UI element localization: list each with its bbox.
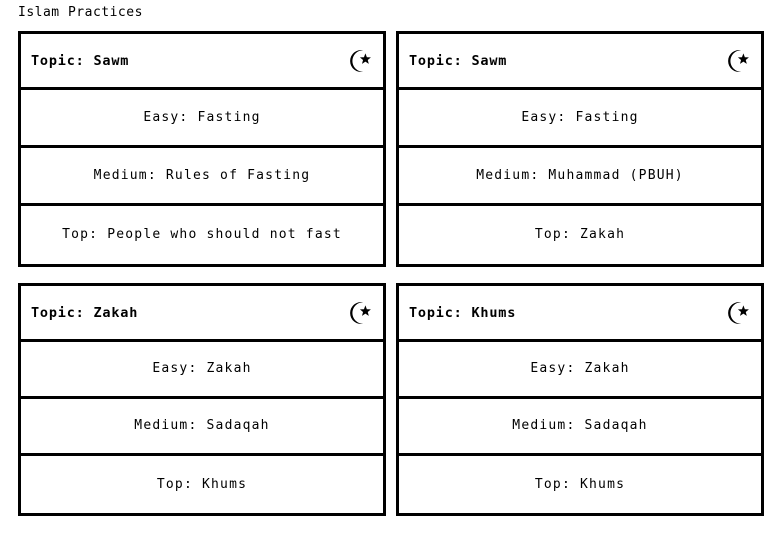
card-row-text: Easy: Zakah [152, 361, 252, 376]
card-header: Topic: Khums [399, 286, 761, 342]
card-row[interactable]: Medium: Sadaqah [21, 399, 383, 456]
card-row[interactable]: Top: Khums [21, 456, 383, 513]
star-and-crescent-icon [721, 46, 751, 76]
star-and-crescent-icon [343, 298, 373, 328]
card-row[interactable]: Top: People who should not fast [21, 206, 383, 264]
card-row-text: Medium: Muhammad (PBUH) [476, 167, 684, 183]
card-row[interactable]: Top: Khums [399, 456, 761, 513]
card-row[interactable]: Easy: Zakah [21, 342, 383, 399]
card-row[interactable]: Easy: Fasting [21, 90, 383, 148]
card-row-text: Medium: Rules of Fasting [93, 167, 311, 183]
star-and-crescent-icon [721, 298, 751, 328]
card-row-text: Easy: Zakah [530, 361, 630, 376]
card-header-title: Topic: Zakah [31, 304, 139, 321]
card-row-text: Medium: Sadaqah [512, 418, 648, 433]
card-row-text: Top: Khums [156, 476, 248, 492]
card-row-text: Top: Zakah [534, 227, 626, 242]
topic-card[interactable]: Topic: Zakah Easy: Zakah Medium: Sadaqah… [18, 283, 386, 516]
star-and-crescent-icon [343, 46, 373, 76]
card-row[interactable]: Top: Zakah [399, 206, 761, 264]
card-row-text: Top: Khums [534, 476, 626, 492]
card-header: Topic: Sawm [21, 34, 383, 90]
card-header-title: Topic: Sawm [31, 52, 130, 69]
topic-card[interactable]: Topic: Khums Easy: Zakah Medium: Sadaqah… [396, 283, 764, 516]
cards-grid: Topic: Sawm Easy: Fasting Medium: Rules … [0, 0, 780, 540]
card-row-text: Easy: Fasting [521, 109, 639, 125]
card-row[interactable]: Easy: Zakah [399, 342, 761, 399]
card-header: Topic: Sawm [399, 34, 761, 90]
topic-card[interactable]: Topic: Sawm Easy: Fasting Medium: Rules … [18, 31, 386, 267]
card-row[interactable]: Medium: Rules of Fasting [21, 148, 383, 206]
card-header-title: Topic: Sawm [409, 52, 508, 69]
card-header: Topic: Zakah [21, 286, 383, 342]
card-row-text: Medium: Sadaqah [134, 418, 270, 433]
card-header-title: Topic: Khums [409, 304, 517, 321]
card-row-text: Top: People who should not fast [62, 227, 342, 242]
topic-card[interactable]: Topic: Sawm Easy: Fasting Medium: Muhamm… [396, 31, 764, 267]
card-row[interactable]: Easy: Fasting [399, 90, 761, 148]
card-row[interactable]: Medium: Muhammad (PBUH) [399, 148, 761, 206]
card-row-text: Easy: Fasting [143, 109, 261, 125]
card-row[interactable]: Medium: Sadaqah [399, 399, 761, 456]
